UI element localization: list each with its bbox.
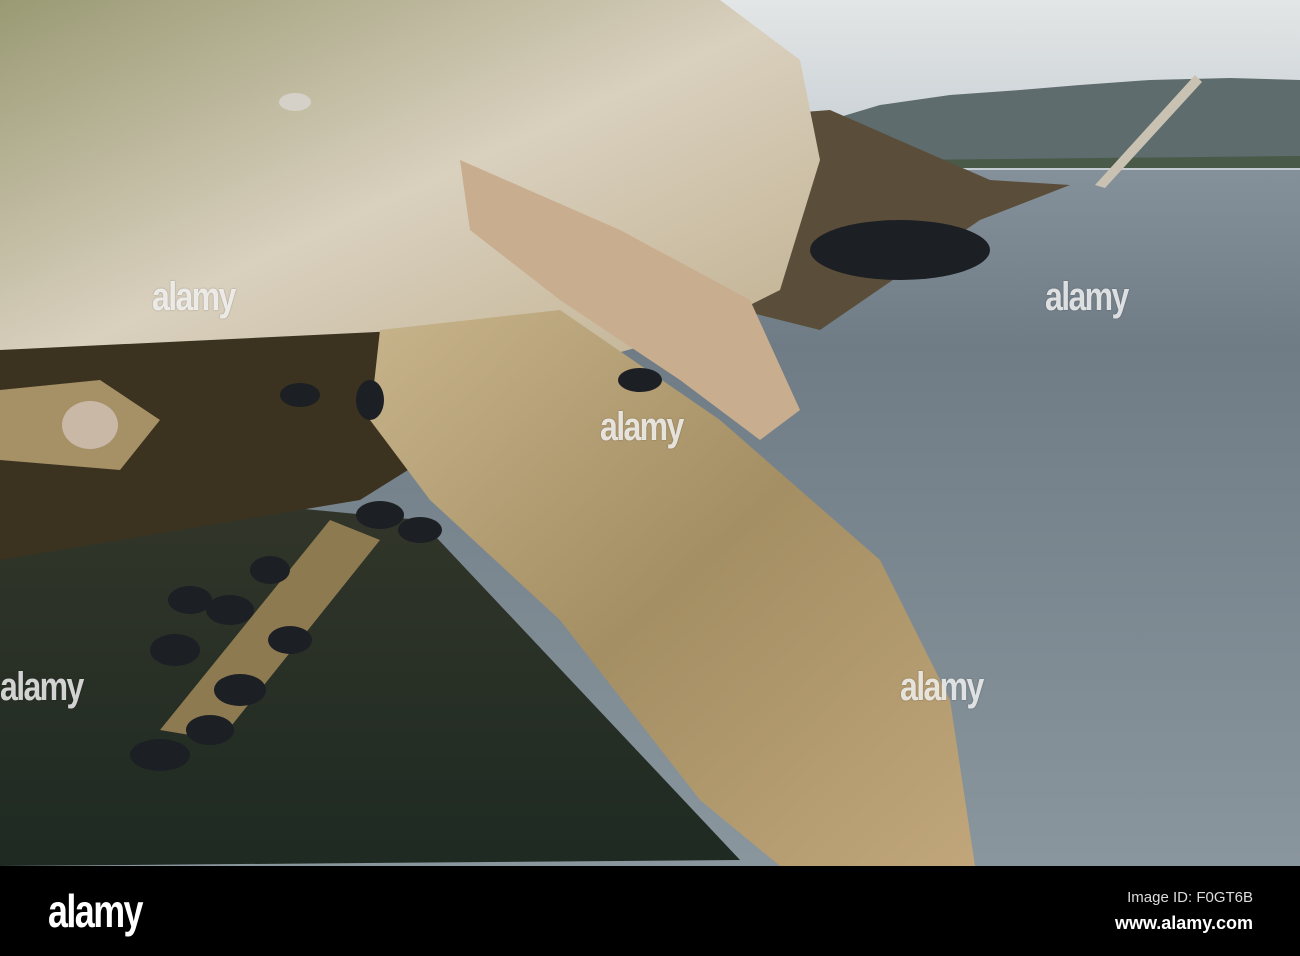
watermark: alamy	[0, 665, 84, 709]
image-id: Image ID: F0GT6B	[1127, 889, 1253, 906]
watermark: alamy	[600, 405, 684, 449]
site-url: www.alamy.com	[1114, 913, 1253, 933]
alamy-logo: alamy	[48, 885, 144, 937]
watermark: alamy	[1045, 275, 1129, 319]
footer-bar: alamy Image ID: F0GT6B www.alamy.com	[0, 866, 1300, 956]
watermark: alamy	[152, 275, 236, 319]
photo-frame: alamy alamy alamy alamy alamy alamy Imag…	[0, 0, 1300, 956]
watermark: alamy	[900, 665, 984, 709]
